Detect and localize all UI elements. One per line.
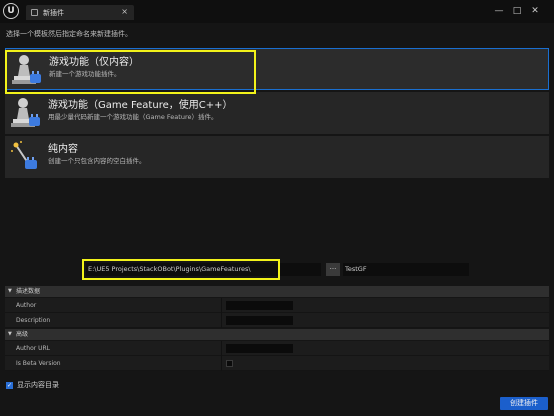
- template-item-content[interactable]: 纯内容 创建一个只包含内容的空白插件。: [5, 136, 549, 178]
- category-label: 描述数据: [16, 288, 41, 295]
- template-description: 用最少量代码新建一个游戏功能（Game Feature）插件。: [48, 113, 218, 121]
- pawn-plugin-icon: [12, 55, 41, 84]
- property-row-author-url: Author URL: [5, 341, 549, 356]
- author-url-field[interactable]: [226, 344, 293, 353]
- plugin-path-input[interactable]: E:\UE5 Projects\StackOBot\Plugins\GameFe…: [86, 263, 321, 276]
- unreal-logo-icon: U: [3, 3, 19, 19]
- minimize-button[interactable]: —: [492, 4, 506, 18]
- column-divider: [221, 356, 222, 371]
- collapse-arrow-icon: ▼: [8, 331, 12, 337]
- show-content-checkbox[interactable]: ✓: [6, 381, 13, 389]
- column-divider: [221, 341, 222, 356]
- property-row-author: Author: [5, 298, 549, 313]
- tab-new-plugin[interactable]: 新插件 ×: [26, 5, 134, 20]
- category-descriptor[interactable]: ▼ 描述数据: [5, 286, 549, 297]
- category-label: 高级: [16, 331, 29, 338]
- property-row-is-beta: Is Beta Version: [5, 356, 549, 371]
- browse-path-button[interactable]: ...: [326, 263, 340, 276]
- pawn-plugin-icon: [11, 98, 40, 127]
- show-content-toggle[interactable]: ✓ 显示内容目录: [6, 380, 59, 390]
- show-content-label: 显示内容目录: [17, 381, 59, 389]
- plugin-icon: [31, 9, 38, 16]
- author-field[interactable]: [226, 301, 293, 310]
- title-bar: U 新插件 × — □ ✕: [0, 0, 554, 23]
- description-field[interactable]: [226, 316, 293, 325]
- column-divider: [221, 313, 222, 328]
- property-label: Author URL: [16, 345, 51, 352]
- property-label: Author: [16, 302, 37, 309]
- template-item-content-only[interactable]: 游戏功能（仅内容） 新建一个游戏功能插件。: [5, 48, 549, 90]
- property-label: Description: [16, 317, 51, 324]
- template-description: 新建一个游戏功能插件。: [49, 70, 121, 78]
- plugin-name-input[interactable]: TestGF: [343, 263, 469, 276]
- template-item-cpp[interactable]: 游戏功能（Game Feature，使用C++） 用最少量代码新建一个游戏功能（…: [5, 92, 549, 134]
- tab-label: 新插件: [43, 8, 64, 17]
- tab-close-icon[interactable]: ×: [121, 7, 128, 16]
- category-advanced[interactable]: ▼ 高级: [5, 329, 549, 340]
- column-divider: [221, 298, 222, 313]
- template-title: 游戏功能（仅内容）: [49, 57, 139, 68]
- magic-wand-icon: [11, 141, 37, 169]
- create-plugin-button[interactable]: 创建插件: [500, 397, 548, 410]
- property-label: Is Beta Version: [16, 360, 61, 367]
- property-row-description: Description: [5, 313, 549, 328]
- is-beta-checkbox[interactable]: [226, 360, 233, 367]
- template-description: 创建一个只包含内容的空白插件。: [48, 157, 146, 165]
- template-title: 游戏功能（Game Feature，使用C++）: [48, 100, 233, 111]
- template-title: 纯内容: [48, 144, 78, 155]
- maximize-button[interactable]: □: [510, 4, 524, 18]
- collapse-arrow-icon: ▼: [8, 288, 12, 294]
- instruction-text: 选择一个模板然后指定命名来新建插件。: [6, 30, 132, 38]
- close-button[interactable]: ✕: [528, 4, 542, 18]
